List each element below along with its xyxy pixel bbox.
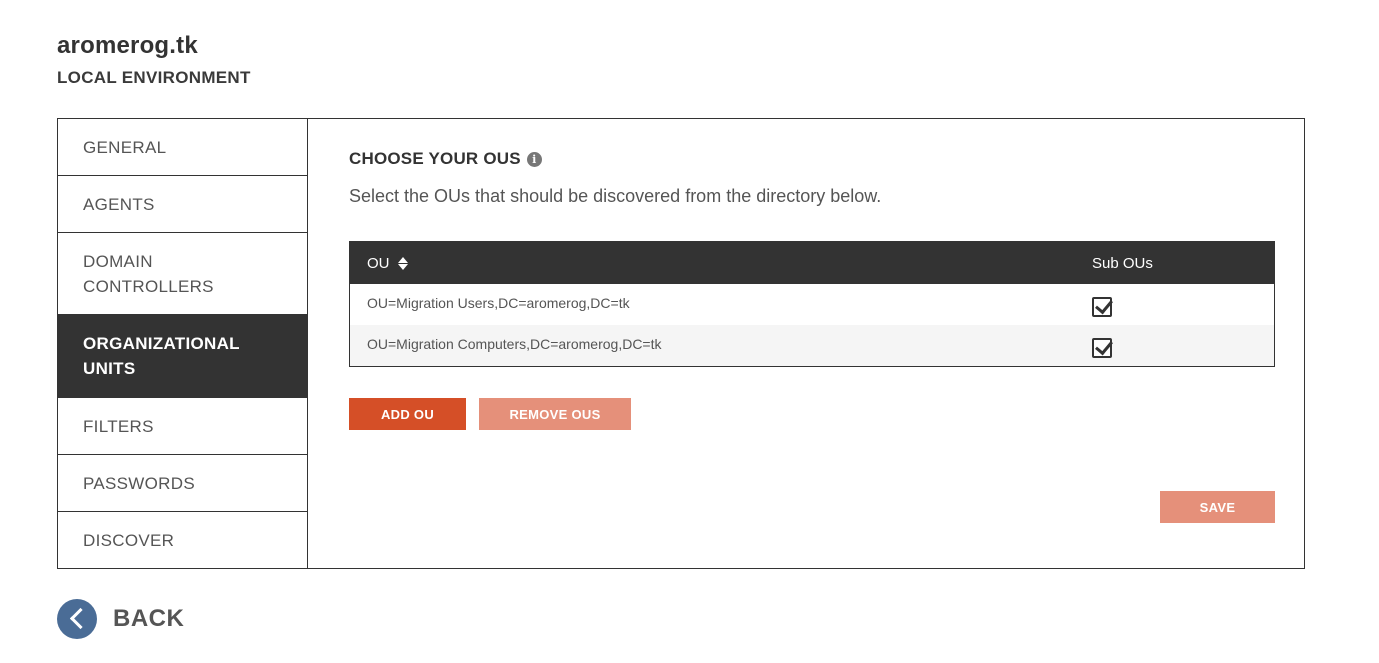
sort-icon[interactable]	[397, 256, 408, 270]
sidebar-item-label: FILTERS	[83, 416, 154, 436]
sidebar-item-general[interactable]: GENERAL	[58, 119, 307, 176]
sidebar-item-label: DISCOVER	[83, 530, 175, 550]
table-header: OU Sub OUs	[350, 242, 1274, 284]
ou-cell: OU=Migration Users,DC=aromerog,DC=tk	[367, 295, 630, 311]
add-ou-button[interactable]: ADD OU	[349, 398, 466, 430]
back-label: BACK	[113, 605, 185, 632]
sidebar-item-label: PASSWORDS	[83, 473, 195, 493]
main-content: CHOOSE YOUR OUS i Select the OUs that sh…	[308, 119, 1304, 568]
page-title: aromerog.tk	[57, 32, 198, 59]
sidebar: GENERAL AGENTS DOMAIN CONTROLLERS ORGANI…	[58, 119, 308, 568]
remove-ous-button[interactable]: REMOVE OUS	[479, 398, 631, 430]
ou-cell: OU=Migration Computers,DC=aromerog,DC=tk	[367, 336, 662, 352]
chevron-left-icon[interactable]	[57, 599, 97, 639]
sidebar-item-discover[interactable]: DISCOVER	[58, 512, 307, 568]
ou-table: OU Sub OUs OU=Migration Users,DC=aromero…	[349, 241, 1275, 367]
sub-ous-checkbox[interactable]	[1092, 297, 1112, 317]
sub-ous-cell	[1075, 325, 1112, 366]
info-circle-icon[interactable]: i	[526, 151, 542, 167]
page-subtitle: LOCAL ENVIRONMENT	[57, 68, 251, 87]
sub-ous-checkbox[interactable]	[1092, 338, 1112, 358]
sidebar-item-label: ORGANIZATIONAL UNITS	[83, 334, 240, 378]
settings-panel: GENERAL AGENTS DOMAIN CONTROLLERS ORGANI…	[57, 118, 1305, 569]
sidebar-item-agents[interactable]: AGENTS	[58, 176, 307, 233]
back-button[interactable]: BACK	[57, 599, 184, 639]
column-header-label: OU	[367, 254, 390, 272]
sidebar-item-label: GENERAL	[83, 137, 167, 157]
section-title: CHOOSE YOUR OUS i	[349, 149, 542, 169]
section-description: Select the OUs that should be discovered…	[349, 186, 882, 206]
section-title-text: CHOOSE YOUR OUS	[349, 149, 521, 168]
sidebar-item-label: AGENTS	[83, 194, 155, 214]
column-header-sub-ous: Sub OUs	[1092, 254, 1153, 272]
sidebar-item-organizational-units[interactable]: ORGANIZATIONAL UNITS	[58, 315, 307, 398]
table-row[interactable]: OU=Migration Users,DC=aromerog,DC=tk	[350, 284, 1274, 325]
sidebar-item-domain-controllers[interactable]: DOMAIN CONTROLLERS	[58, 233, 307, 315]
sub-ous-cell	[1075, 284, 1112, 325]
sidebar-item-filters[interactable]: FILTERS	[58, 398, 307, 455]
save-button[interactable]: SAVE	[1160, 491, 1275, 523]
column-header-ou[interactable]: OU	[350, 255, 1075, 272]
sidebar-item-passwords[interactable]: PASSWORDS	[58, 455, 307, 512]
table-row[interactable]: OU=Migration Computers,DC=aromerog,DC=tk	[350, 325, 1274, 366]
sidebar-item-label: DOMAIN CONTROLLERS	[83, 251, 214, 296]
